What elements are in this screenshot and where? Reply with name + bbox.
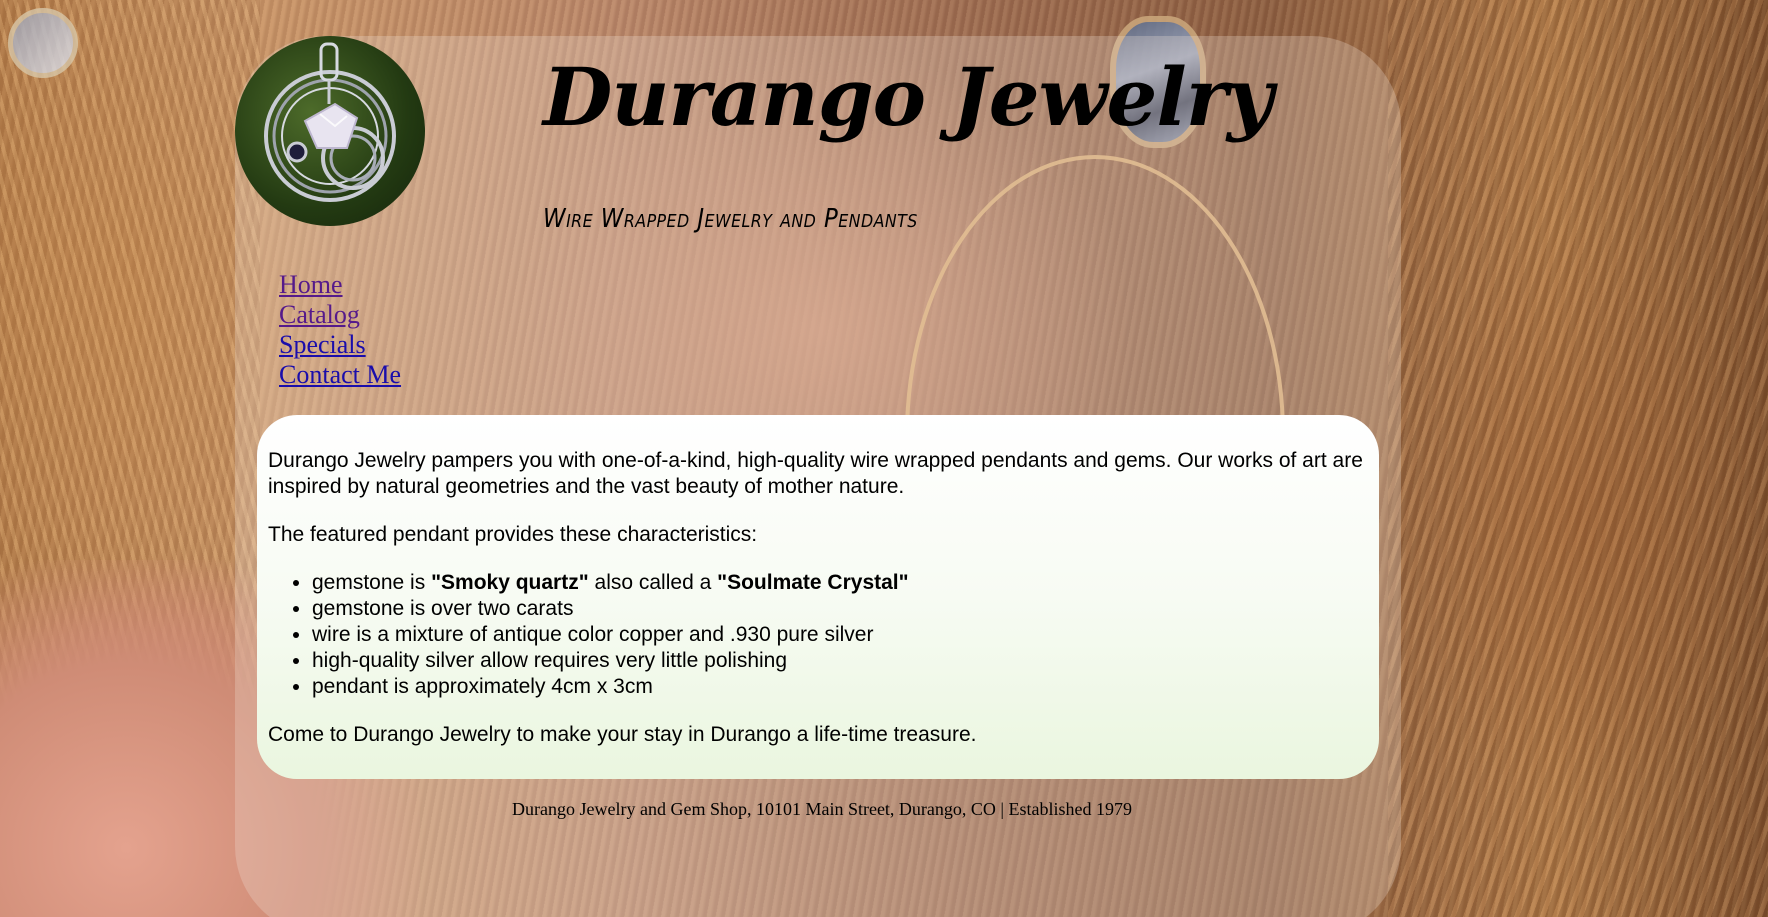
nav-link-contact[interactable]: Contact Me <box>279 360 401 389</box>
site-tagline: Wire Wrapped Jewelry and Pendants <box>543 204 918 234</box>
footer-text: Durango Jewelry and Gem Shop, 10101 Main… <box>512 799 1133 819</box>
pendant-icon <box>264 42 396 202</box>
nav-item-home: Home <box>279 270 401 300</box>
features-heading: The featured pendant provides these char… <box>268 523 758 546</box>
site-title: Durango Jewelry <box>543 50 1273 144</box>
feature-item: high-quality silver allow requires very … <box>312 648 1368 674</box>
nav-item-catalog: Catalog <box>279 300 401 330</box>
main-content: Durango Jewelry pampers you with one-of-… <box>257 415 1379 779</box>
nav-link-specials[interactable]: Specials <box>279 330 366 359</box>
feature-text: gemstone is <box>312 571 432 594</box>
features-list: gemstone is "Smoky quartz" also called a… <box>268 570 1368 700</box>
feature-item: pendant is approximately 4cm x 3cm <box>312 674 1368 700</box>
background-hair-right <box>1388 0 1768 917</box>
feature-bold-soulmate-crystal: "Soulmate Crystal" <box>717 571 909 594</box>
nav-link-home[interactable]: Home <box>279 270 343 299</box>
main-navigation: Home Catalog Specials Contact Me <box>279 270 401 390</box>
closing-paragraph: Come to Durango Jewelry to make your sta… <box>268 723 977 746</box>
feature-item: wire is a mixture of antique color coppe… <box>312 622 1368 648</box>
nav-item-contact: Contact Me <box>279 360 401 390</box>
feature-item: gemstone is over two carats <box>312 596 1368 622</box>
intro-paragraph: Durango Jewelry pampers you with one-of-… <box>268 449 1363 498</box>
logo-pendant-image <box>235 36 425 226</box>
nav-item-specials: Specials <box>279 330 401 360</box>
background-earring-left <box>8 8 78 78</box>
background-hair-left <box>0 0 260 917</box>
feature-bold-smoky-quartz: "Smoky quartz" <box>431 571 589 594</box>
feature-text: also called a <box>588 571 718 594</box>
feature-item-gemstone: gemstone is "Smoky quartz" also called a… <box>312 570 1368 596</box>
nav-link-catalog[interactable]: Catalog <box>279 300 360 329</box>
